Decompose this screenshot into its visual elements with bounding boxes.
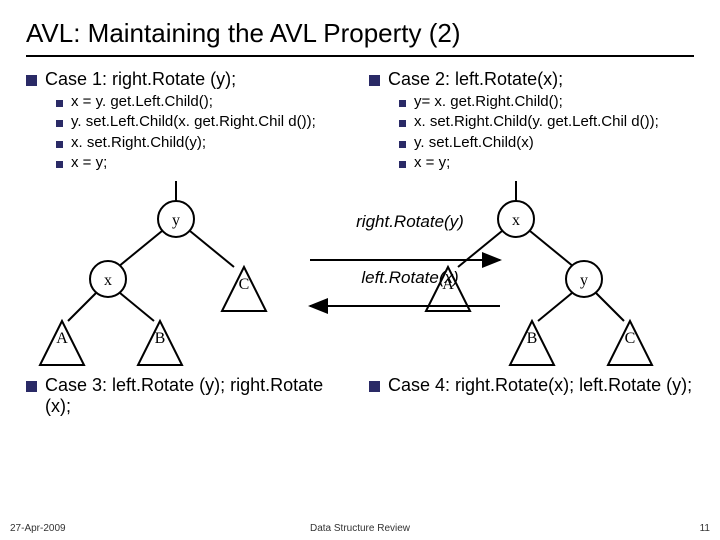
slide-footer: 27-Apr-2009 Data Structure Review 11 [10, 523, 710, 534]
case2-step: x. set.Right.Child(y. get.Left.Chil d())… [414, 112, 659, 132]
node-b2: B [527, 330, 538, 347]
case1-step: x = y; [71, 153, 107, 173]
node-x: x [104, 272, 112, 289]
case1-col: Case 1: right.Rotate (y); x = y. get.Lef… [26, 69, 351, 173]
node-y2: y [580, 272, 588, 289]
slide-title: AVL: Maintaining the AVL Property (2) [26, 18, 694, 49]
right-rotate-label: right.Rotate(y) [310, 212, 510, 232]
left-rotate-label: left.Rotate(x) [310, 268, 510, 288]
case1-step: y. set.Left.Child(x. get.Right.Chil d())… [71, 112, 316, 132]
case3-text: Case 3: left.Rotate (y); right.Rotate (x… [45, 375, 351, 417]
bullet-icon [56, 120, 63, 127]
case1-step: x = y. get.Left.Child(); [71, 92, 213, 112]
case1-header: Case 1: right.Rotate (y); [45, 69, 236, 90]
bullet-icon [369, 381, 380, 392]
bullet-icon [26, 381, 37, 392]
node-b: B [155, 330, 166, 347]
title-underline [26, 55, 694, 57]
case4-text: Case 4: right.Rotate(x); left.Rotate (y)… [388, 375, 692, 396]
bullet-icon [399, 161, 406, 168]
bullet-icon [399, 100, 406, 107]
bullet-icon [369, 75, 380, 86]
node-c2: C [625, 330, 636, 347]
node-a: A [56, 330, 68, 347]
cases-row: Case 1: right.Rotate (y); x = y. get.Lef… [26, 69, 694, 173]
bottom-cases: Case 3: left.Rotate (y); right.Rotate (x… [26, 375, 694, 419]
footer-title: Data Structure Review [10, 523, 710, 534]
node-c: C [239, 276, 250, 293]
case2-col: Case 2: left.Rotate(x); y= x. get.Right.… [369, 69, 694, 173]
bullet-icon [56, 141, 63, 148]
bullet-icon [399, 120, 406, 127]
case2-header: Case 2: left.Rotate(x); [388, 69, 563, 90]
case2-step: y. set.Left.Child(x) [414, 133, 534, 153]
arrow-labels: right.Rotate(y) left.Rotate(x) [310, 212, 510, 288]
bullet-icon [56, 161, 63, 168]
bullet-icon [56, 100, 63, 107]
bullet-icon [26, 75, 37, 86]
case2-step: y= x. get.Right.Child(); [414, 92, 563, 112]
node-y: y [172, 212, 180, 229]
case1-step: x. set.Right.Child(y); [71, 133, 206, 153]
case2-step: x = y; [414, 153, 450, 173]
bullet-icon [399, 141, 406, 148]
